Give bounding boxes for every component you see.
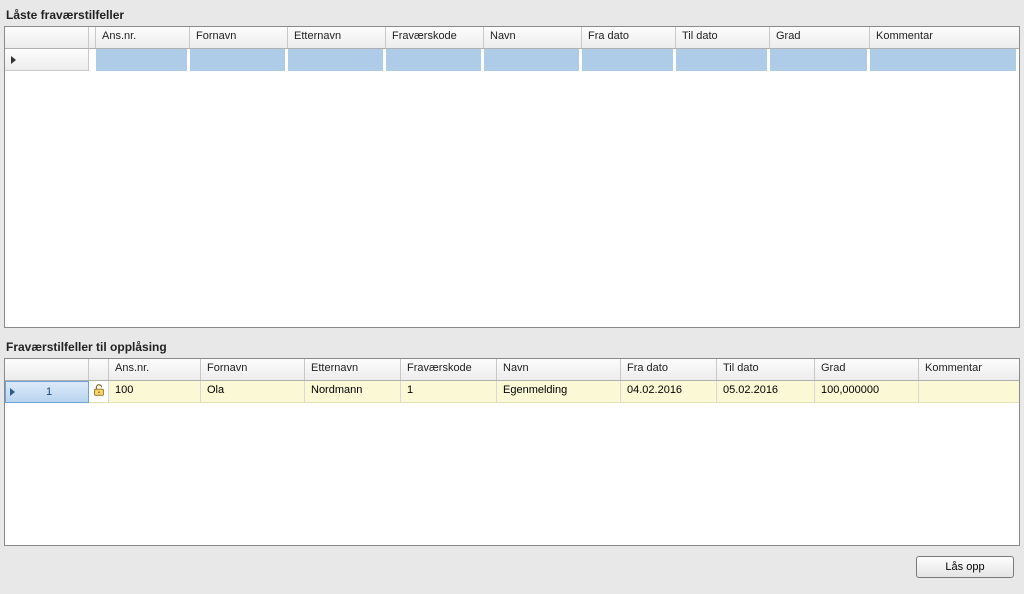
unlock-icon — [92, 383, 106, 397]
cell-kommentar[interactable] — [870, 49, 1019, 71]
col-fravaerskode[interactable]: Fraværskode — [401, 359, 497, 380]
row-selector-header — [5, 359, 89, 380]
cell-fornavn[interactable]: Ola — [201, 381, 305, 403]
col-fravaerskode[interactable]: Fraværskode — [386, 27, 484, 48]
cell-ansnr[interactable] — [96, 49, 190, 71]
cell-fradato[interactable]: 04.02.2016 — [621, 381, 717, 403]
col-grad[interactable]: Grad — [770, 27, 870, 48]
row-selector[interactable] — [5, 49, 89, 71]
col-ansnr[interactable]: Ans.nr. — [96, 27, 190, 48]
col-tildato[interactable]: Til dato — [717, 359, 815, 380]
cell-tildato[interactable]: 05.02.2016 — [717, 381, 815, 403]
icon-header — [89, 359, 109, 380]
cell-ansnr[interactable]: 100 — [109, 381, 201, 403]
indicator-header — [89, 27, 96, 48]
cell-fornavn[interactable] — [190, 49, 288, 71]
col-fornavn[interactable]: Fornavn — [190, 27, 288, 48]
locked-cases-grid: Ans.nr. Fornavn Etternavn Fraværskode Na… — [4, 26, 1020, 328]
col-fradato[interactable]: Fra dato — [582, 27, 676, 48]
locked-cases-header-row: Ans.nr. Fornavn Etternavn Fraværskode Na… — [5, 27, 1019, 49]
cell-navn[interactable]: Egenmelding — [497, 381, 621, 403]
col-tildato[interactable]: Til dato — [676, 27, 770, 48]
current-row-arrow-icon — [11, 56, 16, 64]
cell-fradato[interactable] — [582, 49, 676, 71]
col-ansnr[interactable]: Ans.nr. — [109, 359, 201, 380]
col-fornavn[interactable]: Fornavn — [201, 359, 305, 380]
table-row[interactable] — [5, 49, 1019, 71]
row-indicator — [89, 49, 96, 71]
col-fradato[interactable]: Fra dato — [621, 359, 717, 380]
cell-grad[interactable] — [770, 49, 870, 71]
col-grad[interactable]: Grad — [815, 359, 919, 380]
col-etternavn[interactable]: Etternavn — [305, 359, 401, 380]
cell-grad[interactable]: 100,000000 — [815, 381, 919, 403]
col-navn[interactable]: Navn — [484, 27, 582, 48]
row-selector-header — [5, 27, 89, 48]
col-etternavn[interactable]: Etternavn — [288, 27, 386, 48]
cell-navn[interactable] — [484, 49, 582, 71]
cell-tildato[interactable] — [676, 49, 770, 71]
row-selector[interactable]: 1 — [5, 381, 89, 403]
current-row-arrow-icon — [10, 388, 15, 396]
row-number: 1 — [21, 386, 77, 398]
cell-fravaerskode[interactable]: 1 — [401, 381, 497, 403]
cell-etternavn[interactable]: Nordmann — [305, 381, 401, 403]
unlock-button[interactable]: Lås opp — [916, 556, 1014, 578]
table-row[interactable]: 1 100 Ola Nordmann 1 Egenmelding 04.02.2… — [5, 381, 1019, 403]
cell-etternavn[interactable] — [288, 49, 386, 71]
unlock-cases-header-row: Ans.nr. Fornavn Etternavn Fraværskode Na… — [5, 359, 1019, 381]
col-kommentar[interactable]: Kommentar — [870, 27, 1019, 48]
col-kommentar[interactable]: Kommentar — [919, 359, 1019, 380]
locked-cases-title: Låste fraværstilfeller — [4, 4, 1020, 26]
cell-fravaerskode[interactable] — [386, 49, 484, 71]
col-navn[interactable]: Navn — [497, 359, 621, 380]
cell-kommentar[interactable] — [919, 381, 1019, 403]
unlock-cases-title: Fraværstilfeller til opplåsing — [4, 336, 1020, 358]
footer-bar: Lås opp — [4, 554, 1020, 582]
unlock-icon-cell[interactable] — [89, 381, 109, 403]
unlock-cases-grid: Ans.nr. Fornavn Etternavn Fraværskode Na… — [4, 358, 1020, 546]
